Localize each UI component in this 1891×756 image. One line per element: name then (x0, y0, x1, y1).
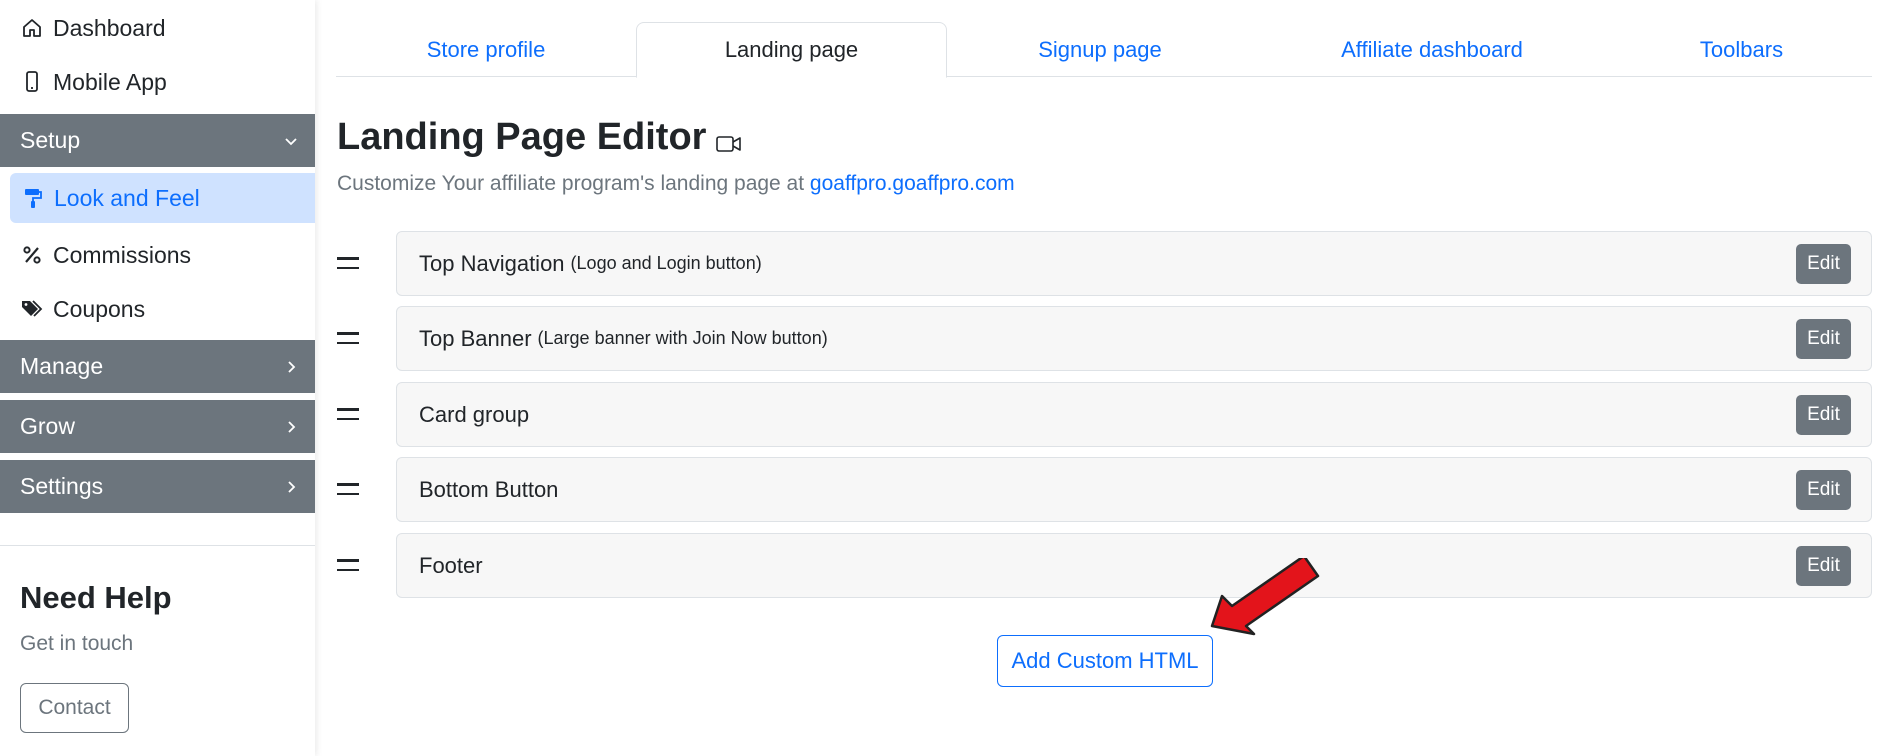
tab-affiliate-dashboard[interactable]: Affiliate dashboard (1253, 22, 1611, 77)
tab-signup-page[interactable]: Signup page (947, 22, 1253, 77)
drag-handle-icon[interactable] (337, 408, 359, 420)
section-label: Settings (20, 473, 104, 499)
sidebar-divider (0, 545, 315, 546)
sidebar-section-settings[interactable]: Settings (0, 460, 315, 513)
section-row: Top Banner (Large banner with Join Now b… (337, 306, 1872, 371)
section-desc: (Logo and Login button) (570, 253, 762, 273)
sidebar-item-label: Dashboard (53, 14, 166, 41)
section-label: Setup (20, 127, 81, 153)
section-card: Bottom Button Edit (396, 457, 1872, 522)
drag-handle-icon[interactable] (337, 559, 359, 571)
video-camera-icon[interactable] (716, 120, 742, 163)
drag-handle-icon[interactable] (337, 483, 359, 495)
sidebar-item-label: Look and Feel (54, 184, 200, 211)
page-title: Landing Page Editor (337, 112, 742, 163)
sidebar-item-commissions[interactable]: Commissions (0, 230, 315, 280)
chevron-right-icon (283, 479, 299, 495)
sidebar-item-look-and-feel[interactable]: Look and Feel (10, 173, 315, 223)
edit-button[interactable]: Edit (1796, 395, 1851, 435)
page-title-text: Landing Page Editor (337, 116, 707, 158)
edit-button[interactable]: Edit (1796, 470, 1851, 510)
sidebar-item-coupons[interactable]: Coupons (0, 284, 315, 334)
sidebar-section-manage[interactable]: Manage (0, 340, 315, 393)
section-name: Top Banner (419, 325, 532, 351)
sidebar: Dashboard Mobile App Setup Look and Feel… (0, 0, 315, 756)
section-row: Card group Edit (337, 382, 1872, 447)
edit-button[interactable]: Edit (1796, 244, 1851, 284)
section-card: Top Banner (Large banner with Join Now b… (396, 306, 1872, 371)
help-title: Need Help (20, 580, 172, 615)
section-row: Bottom Button Edit (337, 457, 1872, 522)
section-name: Card group (419, 401, 530, 427)
tags-icon (20, 297, 44, 321)
edit-button[interactable]: Edit (1796, 319, 1851, 359)
section-name: Top Navigation (419, 250, 565, 276)
section-label: Grow (20, 413, 75, 439)
contact-button[interactable]: Contact (20, 683, 129, 733)
help-subtitle: Get in touch (20, 632, 134, 655)
section-name: Footer (419, 552, 483, 578)
section-name: Bottom Button (419, 476, 559, 502)
percent-icon (20, 243, 44, 267)
section-row: Top Navigation (Logo and Login button) E… (337, 231, 1872, 296)
chevron-right-icon (283, 419, 299, 435)
sidebar-item-label: Mobile App (53, 68, 167, 95)
sidebar-item-mobile-app[interactable]: Mobile App (0, 57, 315, 107)
subtitle-text: Customize Your affiliate program's landi… (337, 172, 805, 195)
section-desc: (Large banner with Join Now button) (537, 328, 828, 348)
paint-roller-icon (21, 186, 45, 210)
tab-toolbars[interactable]: Toolbars (1611, 22, 1872, 77)
edit-button[interactable]: Edit (1796, 546, 1851, 586)
section-card: Top Navigation (Logo and Login button) E… (396, 231, 1872, 296)
sidebar-item-label: Commissions (53, 241, 192, 268)
page-subtitle: Customize Your affiliate program's landi… (337, 172, 1015, 196)
sidebar-section-setup[interactable]: Setup (0, 114, 315, 167)
drag-handle-icon[interactable] (337, 257, 359, 269)
chevron-right-icon (283, 359, 299, 375)
home-icon (20, 16, 44, 40)
tab-bar: Store profile Landing page Signup page A… (336, 22, 1872, 78)
drag-handle-icon[interactable] (337, 332, 359, 344)
section-row: Footer Edit (337, 533, 1872, 598)
sidebar-item-dashboard[interactable]: Dashboard (0, 3, 315, 53)
red-arrow-icon (1210, 554, 1322, 641)
tab-store-profile[interactable]: Store profile (336, 22, 636, 77)
store-link[interactable]: goaffpro.goaffpro.com (810, 172, 1015, 195)
section-label: Manage (20, 353, 104, 379)
mobile-icon (20, 70, 44, 94)
section-card: Footer Edit (396, 533, 1872, 598)
tab-landing-page[interactable]: Landing page (636, 22, 947, 78)
sidebar-section-grow[interactable]: Grow (0, 400, 315, 453)
add-custom-html-button[interactable]: Add Custom HTML (997, 635, 1213, 687)
chevron-down-icon (283, 133, 299, 149)
section-card: Card group Edit (396, 382, 1872, 447)
sidebar-item-label: Coupons (53, 295, 146, 322)
